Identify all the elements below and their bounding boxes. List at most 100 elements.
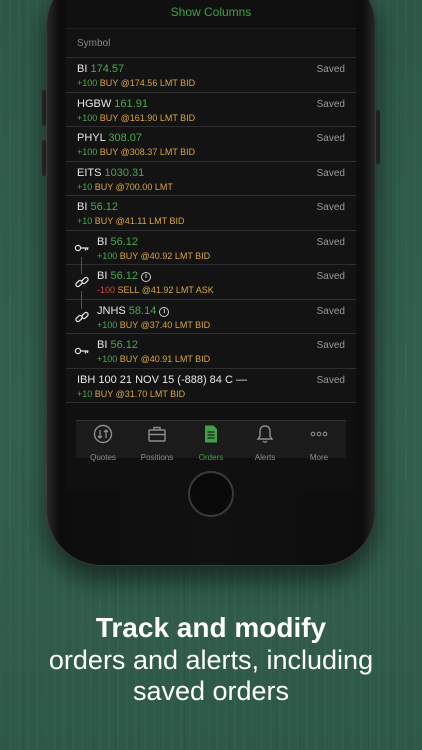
section-header: Symbol — [66, 28, 356, 58]
order-detail: -100 SELL @41.92 LMT ASK — [97, 285, 214, 295]
order-symbol: BI — [77, 201, 88, 213]
order-symbol-line: PHYL 308.07 — [77, 132, 142, 144]
order-quantity: +100 — [97, 319, 118, 330]
order-group-connector — [81, 256, 82, 274]
info-icon[interactable]: i — [159, 306, 170, 317]
tab-more[interactable]: More — [292, 421, 346, 462]
order-detail: +10 BUY @31.70 LMT BID — [77, 389, 185, 399]
order-detail: +100 BUY @40.91 LMT BID — [97, 354, 210, 364]
order-last-price: 56.12 — [90, 201, 118, 213]
order-row[interactable]: BI 174.57 +100 BUY @174.56 LMT BID Saved — [66, 58, 356, 93]
home-button[interactable] — [188, 471, 234, 517]
order-status: Saved — [316, 340, 345, 351]
order-detail: +100 BUY @37.40 LMT BID — [97, 320, 210, 330]
more-dots-icon — [309, 424, 329, 449]
order-side: SELL — [117, 285, 140, 295]
order-symbol-line: BI 56.12 — [97, 339, 138, 351]
order-detail: +100 BUY @174.56 LMT BID — [77, 78, 195, 88]
order-terms: @174.56 LMT BID — [120, 78, 196, 88]
order-quantity: +100 — [77, 78, 98, 88]
order-symbol: BI — [97, 339, 108, 351]
tab-positions[interactable]: Positions — [130, 421, 184, 462]
order-symbol: BI — [77, 63, 88, 75]
order-detail: +100 BUY @40.92 LMT BID — [97, 251, 210, 261]
order-last-price: 308.07 — [108, 132, 143, 144]
order-quantity: +100 — [77, 112, 98, 123]
order-row[interactable]: BI 56.12 i -100 SELL @41.92 LMT ASK Saved — [66, 265, 356, 300]
order-symbol-line: BI 56.12 — [77, 201, 118, 213]
order-row[interactable]: BI 56.12 +100 BUY @40.91 LMT BID Saved — [66, 334, 356, 369]
order-symbol-line: BI 174.57 — [77, 63, 124, 75]
order-symbol: HGBW — [77, 97, 112, 110]
phone-side-button — [42, 90, 46, 126]
caption-title: Track and modify — [95, 612, 327, 643]
order-row[interactable]: BI 56.12 +10 BUY @41.11 LMT BID Saved — [66, 196, 356, 231]
document-icon — [201, 424, 221, 449]
order-side: BUY — [119, 250, 139, 261]
order-side: BUY — [94, 181, 114, 192]
caption-line: saved orders — [132, 676, 290, 706]
orders-list: BI 174.57 +100 BUY @174.56 LMT BID Saved HG… — [66, 58, 356, 403]
order-row[interactable]: BI 56.12 +100 BUY @40.92 LMT BID Saved — [66, 230, 356, 265]
order-status: Saved — [316, 236, 345, 248]
order-quantity: -100 — [97, 285, 116, 295]
briefcase-icon — [147, 424, 167, 449]
order-status: Saved — [316, 98, 345, 110]
order-terms: @161.90 LMT BID — [120, 112, 196, 123]
section-header-label: Symbol — [77, 38, 111, 49]
order-quantity: +100 — [77, 147, 98, 157]
order-quantity: +100 — [97, 250, 118, 261]
tab-alerts[interactable]: Alerts — [238, 421, 292, 462]
tab-bar: Quotes Positions Orders Alerts More — [76, 420, 346, 462]
phone-power-button — [376, 110, 380, 164]
order-quantity: +10 — [77, 216, 93, 226]
order-status: Saved — [316, 271, 345, 282]
order-symbol: BI — [97, 270, 108, 282]
order-terms: @700.00 LMT — [115, 181, 173, 192]
tab-label: More — [309, 453, 329, 462]
order-symbol: JNHS — [97, 304, 126, 317]
order-side: BUY — [99, 78, 119, 88]
order-status: Saved — [316, 305, 345, 317]
order-detail: +10 BUY @700.00 LMT — [77, 182, 173, 192]
order-side: BUY — [119, 354, 139, 364]
order-last-price: 58.14 — [128, 304, 157, 317]
tab-quotes[interactable]: Quotes — [76, 421, 130, 462]
phone-frame: WorkingFilledCanceledAllSaved Show Colum… — [42, 0, 380, 566]
order-symbol-line: BI 56.12 — [97, 236, 138, 248]
info-icon[interactable]: i — [141, 272, 151, 282]
link-icon — [74, 309, 90, 325]
order-symbol: EITS — [77, 166, 102, 179]
order-row[interactable]: EITS 1030.31 +10 BUY @700.00 LMT Saved — [66, 161, 356, 196]
order-symbol: PHYL — [77, 132, 106, 144]
tab-orders[interactable]: Orders — [184, 421, 238, 462]
order-row[interactable]: PHYL 308.07 +100 BUY @308.37 LMT BID Saved — [66, 127, 356, 162]
order-last-price: 161.91 — [114, 97, 148, 110]
order-status: Saved — [316, 202, 345, 213]
order-row[interactable]: HGBW 161.91 +100 BUY @161.90 LMT BID Saved — [66, 92, 356, 127]
phone-side-button — [42, 140, 46, 176]
order-side: BUY — [99, 147, 119, 157]
order-terms: @40.91 LMT BID — [140, 354, 211, 364]
show-columns-button[interactable]: Show Columns — [66, 5, 356, 19]
order-row[interactable]: JNHS 58.14 i +100 BUY @37.40 LMT BID Saved — [66, 299, 356, 334]
order-last-price: 56.12 — [110, 235, 138, 248]
order-terms: @308.37 LMT BID — [120, 147, 196, 157]
order-terms: @31.70 LMT BID — [115, 388, 186, 399]
quotes-icon — [93, 424, 113, 449]
order-symbol: BI — [97, 235, 108, 248]
order-row[interactable]: IBH 100 21 NOV 15 (-888) 84 C — +10 BUY @… — [66, 368, 356, 403]
tab-label: Positions — [140, 453, 174, 462]
tab-label: Alerts — [254, 453, 276, 462]
order-last-price: 1030.31 — [104, 166, 145, 179]
order-symbol-line: BI 56.12 i — [97, 270, 151, 282]
order-status: Saved — [316, 64, 345, 75]
order-terms: @37.40 LMT BID — [140, 319, 211, 330]
order-terms: @40.92 LMT BID — [140, 250, 211, 261]
order-group-connector — [81, 291, 82, 309]
app-screen: WorkingFilledCanceledAllSaved Show Colum… — [66, 0, 356, 490]
link-icon — [74, 274, 90, 290]
order-symbol-line: IBH 100 21 NOV 15 (-888) 84 C — — [77, 374, 247, 386]
order-quantity: +10 — [77, 181, 93, 192]
tab-label: Quotes — [90, 453, 116, 462]
